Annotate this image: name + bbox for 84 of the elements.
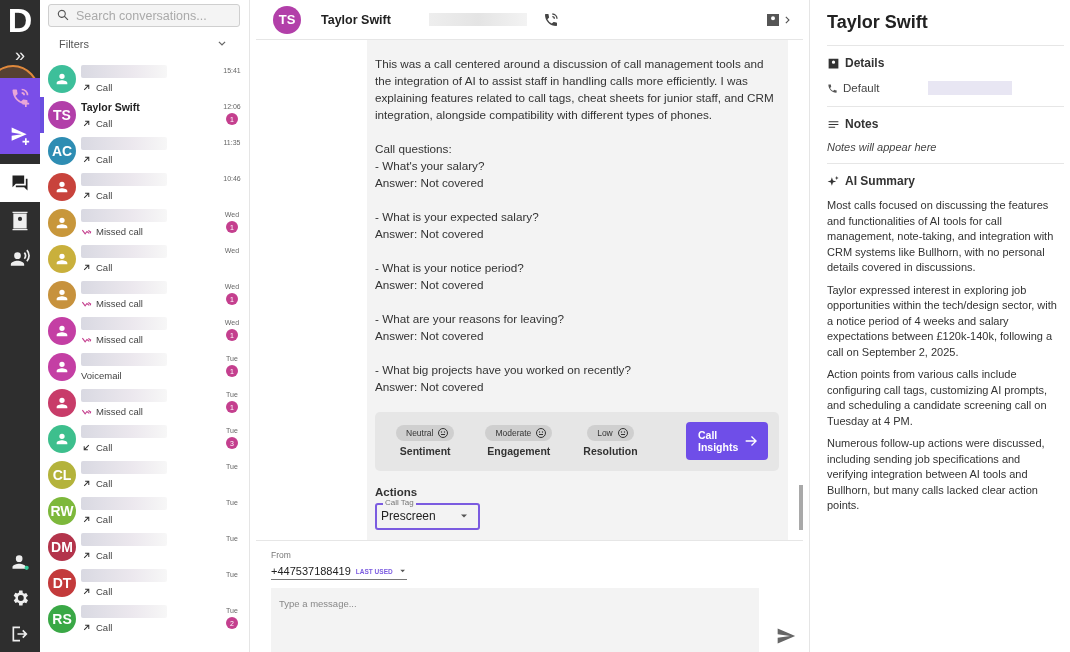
call-type: Call bbox=[96, 441, 113, 453]
call-type: Call bbox=[96, 153, 113, 165]
metric-label: Engagement bbox=[487, 445, 551, 458]
call-type: Missed call bbox=[96, 405, 143, 417]
phone-signal-icon bbox=[542, 11, 559, 28]
message-field[interactable]: Type a message... bbox=[271, 588, 759, 652]
avatar: DM bbox=[48, 533, 76, 561]
answer-text: Answer: Not covered bbox=[375, 277, 485, 293]
call-type: Call bbox=[96, 621, 113, 633]
empty-notes-text: Notes will appear here bbox=[827, 141, 938, 153]
voice-icon bbox=[10, 249, 30, 269]
question-text: - What are your reasons for leaving? bbox=[375, 311, 566, 327]
contact-name: Taylor Swift bbox=[81, 101, 141, 114]
from-label: From bbox=[271, 550, 292, 560]
avatar: DT bbox=[48, 569, 76, 597]
expand-button[interactable]: » bbox=[0, 46, 40, 64]
contact-title: Taylor Swift bbox=[827, 12, 1064, 46]
summary-paragraph: Taylor expressed interest in exploring job opportunities within the tech/design sector, with a notice period of 4 weeks and salary expectations between £120k-140k, following a call on September 2, 2025. bbox=[827, 282, 1058, 360]
section-title: Details bbox=[845, 56, 885, 70]
actions-heading: Actions bbox=[375, 485, 419, 498]
metric-label: Sentiment bbox=[399, 445, 451, 458]
phone-icon bbox=[827, 82, 838, 94]
call-type: Call bbox=[96, 585, 113, 597]
section-title: AI Summary bbox=[845, 174, 916, 188]
search-field[interactable]: Search conversations... bbox=[48, 4, 240, 27]
question-text: - What is your expected salary? bbox=[375, 209, 540, 225]
avatar: CL bbox=[48, 461, 76, 489]
question-text: - What big projects have you worked on recently? bbox=[375, 362, 632, 378]
chat-icon bbox=[10, 173, 30, 193]
filters-label[interactable]: Filters bbox=[59, 38, 89, 50]
answer-text: Answer: Not covered bbox=[375, 379, 485, 395]
contact-card-icon[interactable] bbox=[765, 11, 781, 28]
neutral-face-icon bbox=[437, 427, 450, 440]
call-type: Call bbox=[96, 261, 113, 273]
app-logo: D bbox=[7, 0, 33, 40]
scrollbar-thumb[interactable] bbox=[799, 485, 803, 530]
contacts-icon bbox=[10, 211, 30, 231]
neutral-face-icon bbox=[535, 427, 548, 440]
logout-icon bbox=[10, 624, 30, 644]
send-button[interactable] bbox=[776, 626, 796, 646]
avatar: TS bbox=[273, 5, 301, 34]
phone-plus-icon bbox=[10, 87, 30, 107]
summary-paragraph: Most calls focused on discussing the features and functionalities of AI tools for call management, note-taking, and integration with CRM systems like Bullhorn, with no personal details covered in discussions. bbox=[827, 198, 1055, 275]
sparkle-icon bbox=[827, 174, 840, 188]
search-icon bbox=[56, 8, 70, 22]
avatar: RW bbox=[48, 497, 76, 525]
call-insights-button[interactable]: Call Insights bbox=[686, 422, 768, 461]
metric-label: Resolution bbox=[583, 445, 638, 458]
call-type: Voicemail bbox=[81, 369, 122, 381]
answer-text: Answer: Not covered bbox=[375, 175, 485, 191]
avatar: TS bbox=[48, 101, 76, 129]
summary-paragraph: Numerous follow-up actions were discussed, including sending job specifications and verifying integration between AI tools and Bullhorn, but many calls lacked clear action points. bbox=[827, 436, 1046, 513]
new-message-button[interactable] bbox=[0, 116, 40, 154]
new-call-button[interactable] bbox=[0, 78, 40, 116]
call-type: Call bbox=[96, 117, 113, 129]
call-type: Call bbox=[96, 513, 113, 525]
call-type: Call bbox=[96, 549, 113, 561]
question-text: - What is your notice period? bbox=[375, 260, 525, 276]
metric-badge: Low bbox=[587, 425, 634, 442]
neutral-face-icon bbox=[616, 427, 629, 440]
call-type: Missed call bbox=[96, 225, 143, 237]
avatar: RS bbox=[48, 605, 76, 633]
conversations-tab[interactable] bbox=[0, 164, 40, 202]
questions-heading: Call questions: bbox=[375, 141, 453, 157]
user-status-icon bbox=[10, 552, 30, 572]
contact-name: Taylor Swift bbox=[321, 12, 391, 27]
answer-text: Answer: Not covered bbox=[375, 226, 485, 242]
notes-paragraph: This was a call centered around a discussion of call management tools and the integration of AI to assist staff in handling calls more efficiently. I was explaining features related to call tags, cheat sheets for junior staff, and CRM integration, alongside compatibility with different types of phones. bbox=[375, 56, 775, 123]
call-type: Call bbox=[96, 81, 113, 93]
answer-text: Answer: Not covered bbox=[375, 328, 485, 344]
section-title: Notes bbox=[845, 117, 879, 131]
call-type: Call bbox=[96, 477, 113, 489]
avatar: AC bbox=[48, 137, 76, 165]
call-type: Missed call bbox=[96, 333, 143, 345]
call-type: Missed call bbox=[96, 297, 143, 309]
metric-badge: Neutral bbox=[396, 425, 455, 442]
send-icon bbox=[776, 626, 796, 646]
contact-card-icon bbox=[827, 56, 840, 70]
metric-badge: Moderate bbox=[485, 425, 553, 442]
send-plus-icon bbox=[10, 125, 30, 145]
phone-label: Default bbox=[843, 82, 880, 94]
call-type: Call bbox=[96, 189, 113, 201]
summary-paragraph: Action points from various calls include configuring call tags, customizing AI prompts, and scheduling a candidate screening call on Tuesday at 4 PM. bbox=[827, 367, 1049, 429]
question-text: - What's your salary? bbox=[375, 158, 486, 174]
